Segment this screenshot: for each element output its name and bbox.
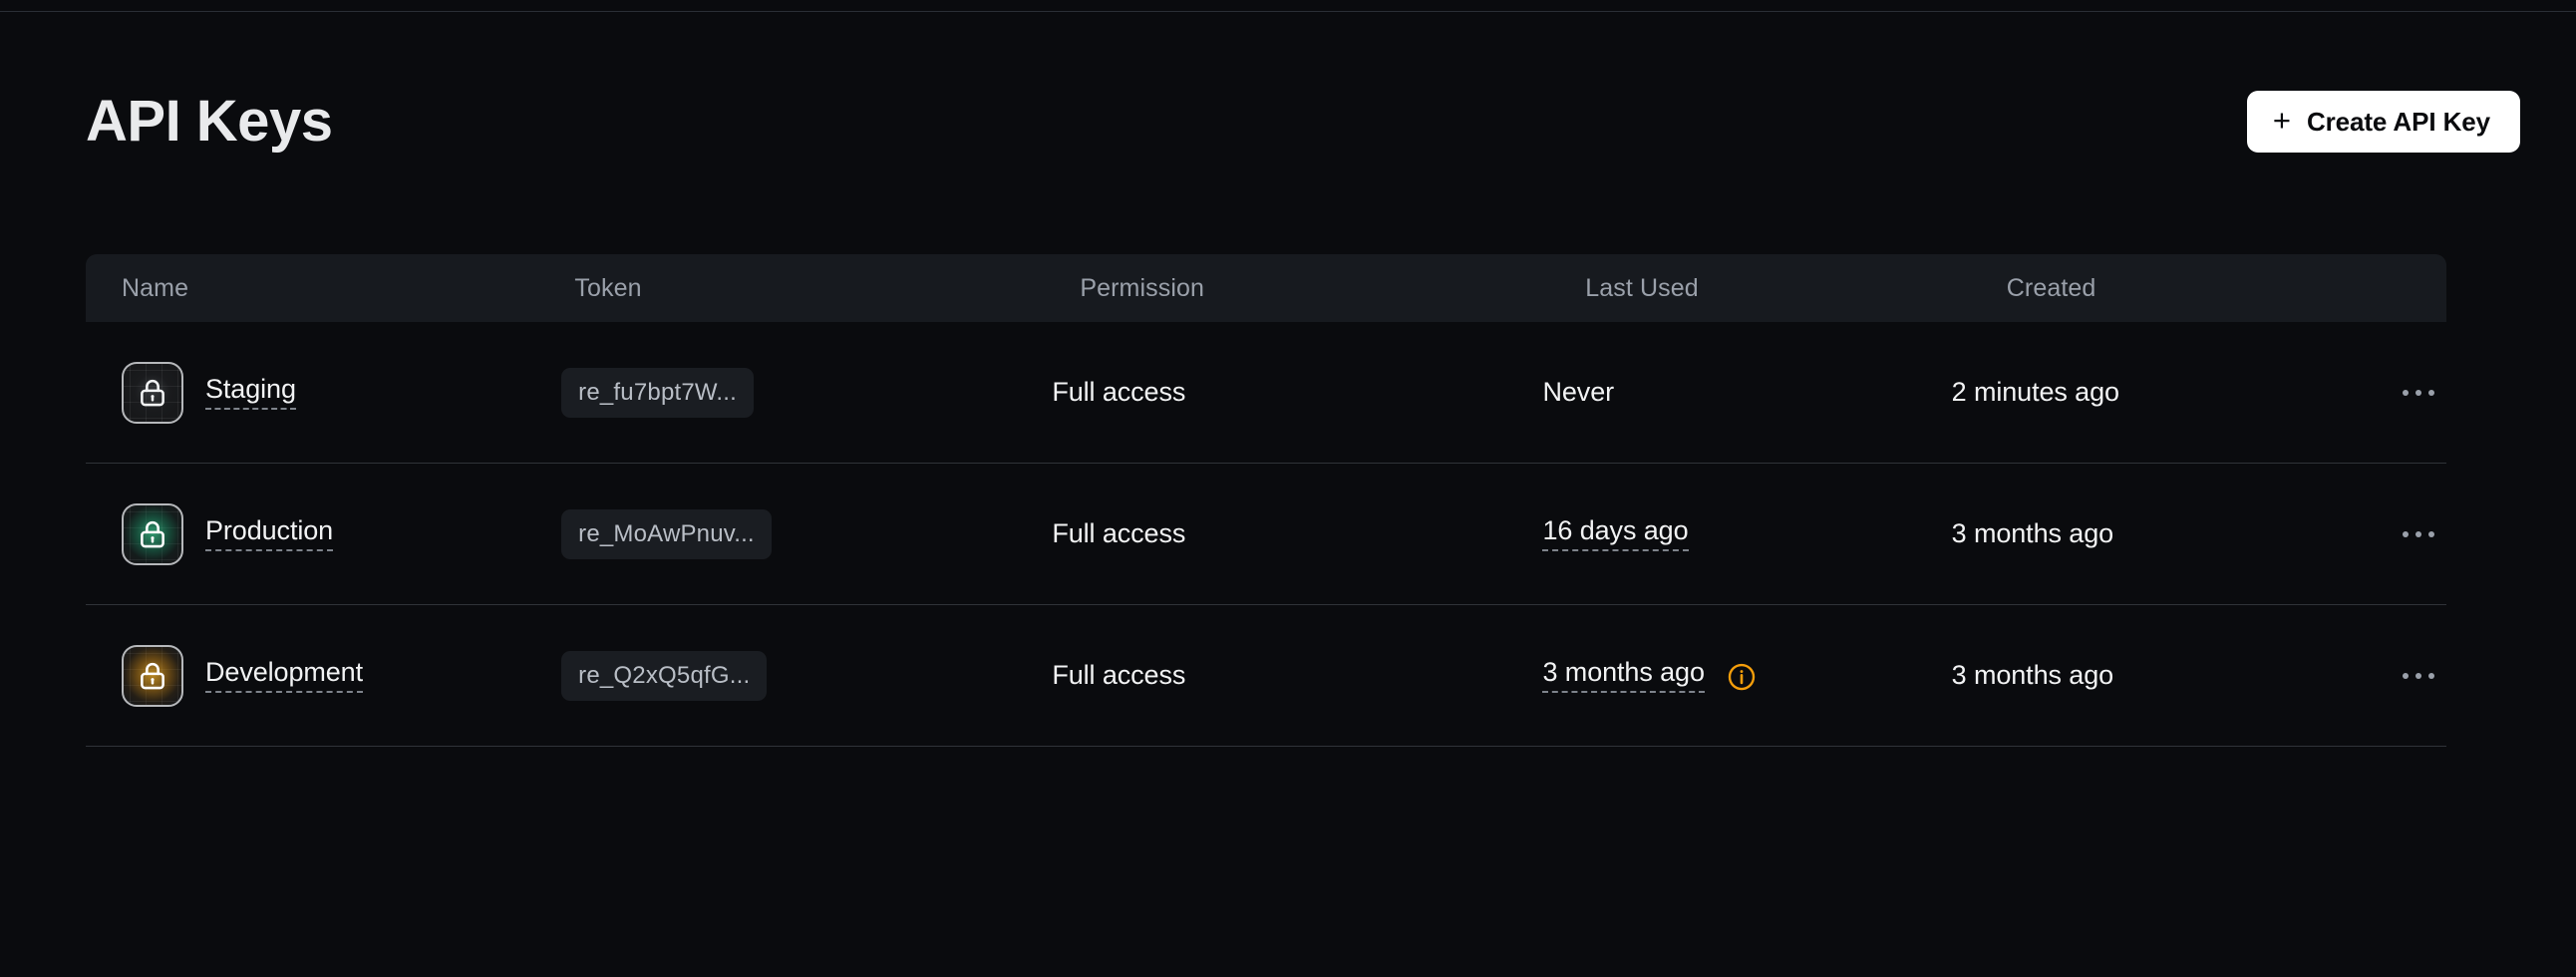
column-header-permission: Permission <box>1080 273 1204 302</box>
ellipsis-icon-dot <box>2428 389 2434 396</box>
column-header-name: Name <box>122 273 189 302</box>
cell-name: Staging <box>86 361 561 424</box>
cell-permission: Full access <box>1052 377 1542 408</box>
permission-value: Full access <box>1052 660 1186 690</box>
cell-name: Production <box>86 502 561 565</box>
cell-last-used: 3 months ago <box>1542 658 1951 693</box>
last-used-value: Never <box>1542 377 1615 407</box>
cell-created: 3 months ago <box>1952 660 2379 691</box>
api-key-name-link[interactable]: Development <box>205 658 363 693</box>
column-header-token: Token <box>574 273 642 302</box>
row-actions-menu-button[interactable] <box>2391 380 2446 406</box>
lock-icon <box>122 644 183 707</box>
ellipsis-icon-dot <box>2403 672 2409 679</box>
api-keys-page: API Keys + Create API Key Name Token Per… <box>0 0 2576 977</box>
cell-token: re_fu7bpt7W... <box>561 367 1052 418</box>
ellipsis-icon-dot <box>2415 530 2421 537</box>
cell-last-used: Never <box>1542 377 1951 408</box>
token-chip[interactable]: re_fu7bpt7W... <box>561 367 755 418</box>
cell-token: re_Q2xQ5qfG... <box>561 650 1052 701</box>
ellipsis-icon-dot <box>2403 389 2409 396</box>
ellipsis-icon-dot <box>2415 672 2421 679</box>
token-chip[interactable]: re_MoAwPnuv... <box>561 508 772 559</box>
cell-created: 2 minutes ago <box>1952 377 2379 408</box>
last-used-value[interactable]: 3 months ago <box>1542 658 1705 693</box>
cell-actions <box>2379 521 2446 547</box>
create-api-key-button[interactable]: + Create API Key <box>2246 91 2520 153</box>
table-row: Production re_MoAwPnuv... Full access 16… <box>86 464 2446 605</box>
row-actions-menu-button[interactable] <box>2391 663 2446 689</box>
cell-permission: Full access <box>1052 660 1542 691</box>
page-title: API Keys <box>86 89 333 154</box>
create-api-key-label: Create API Key <box>2306 106 2490 137</box>
api-keys-table: Name Token Permission Last Used Created <box>86 254 2446 747</box>
ellipsis-icon-dot <box>2403 530 2409 537</box>
cell-token: re_MoAwPnuv... <box>561 508 1052 559</box>
ellipsis-icon-dot <box>2428 530 2434 537</box>
top-divider <box>0 11 2576 12</box>
ellipsis-icon-dot <box>2428 672 2434 679</box>
created-value: 2 minutes ago <box>1951 377 2119 407</box>
cell-actions <box>2379 663 2446 689</box>
column-header-last-used: Last Used <box>1585 273 1699 302</box>
created-value: 3 months ago <box>1951 660 2114 690</box>
cell-created: 3 months ago <box>1952 518 2379 549</box>
ellipsis-icon-dot <box>2415 389 2421 396</box>
page-header: API Keys + Create API Key <box>86 84 2520 160</box>
permission-value: Full access <box>1052 518 1186 548</box>
info-circle-icon[interactable] <box>1727 662 1757 692</box>
row-actions-menu-button[interactable] <box>2391 521 2446 547</box>
token-chip[interactable]: re_Q2xQ5qfG... <box>561 650 768 701</box>
table-row: Staging re_fu7bpt7W... Full access Never… <box>86 322 2446 464</box>
last-used-value[interactable]: 16 days ago <box>1542 516 1689 551</box>
cell-last-used: 16 days ago <box>1542 516 1951 551</box>
cell-actions <box>2379 380 2446 406</box>
api-key-name-link[interactable]: Production <box>205 516 333 551</box>
lock-icon <box>122 361 183 424</box>
column-header-created: Created <box>2006 273 2096 302</box>
table-row: Development re_Q2xQ5qfG... Full access 3… <box>86 605 2446 747</box>
cell-name: Development <box>86 644 561 707</box>
lock-icon <box>122 502 183 565</box>
permission-value: Full access <box>1052 377 1186 407</box>
api-key-name-link[interactable]: Staging <box>205 375 296 410</box>
cell-permission: Full access <box>1052 518 1542 549</box>
table-header-row: Name Token Permission Last Used Created <box>86 254 2446 322</box>
created-value: 3 months ago <box>1951 518 2114 548</box>
